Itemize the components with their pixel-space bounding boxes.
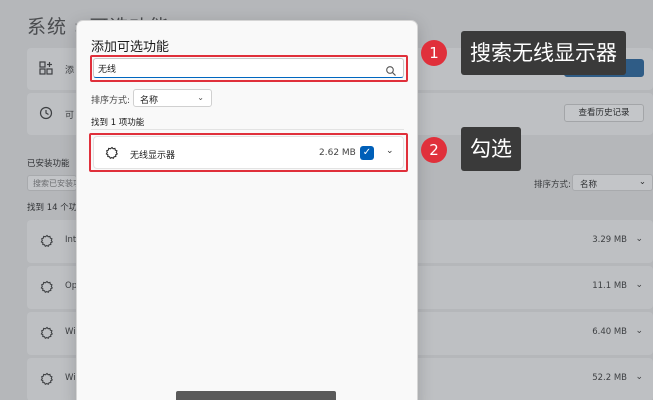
feature-size: 11.1 MB	[592, 281, 627, 291]
history-icon	[39, 106, 55, 122]
installed-heading: 已安装功能	[27, 159, 70, 169]
gear-icon	[39, 325, 55, 341]
installed-sort-select[interactable]: 名称 ⌄	[572, 174, 653, 191]
chevron-down-icon[interactable]: ⌄	[635, 326, 643, 336]
history-label: 可	[65, 111, 75, 121]
add-feature-label: 添	[65, 66, 75, 76]
installed-sort-label: 排序方式:	[534, 180, 571, 190]
add-feature-dialog: 添加可选功能 排序方式: 名称 ⌄ 找到 1 项功能 无线显示器 2.62 MB…	[76, 20, 418, 400]
view-history-button[interactable]: 查看历史记录	[564, 104, 644, 122]
chevron-down-icon[interactable]: ⌄	[635, 372, 643, 382]
feature-size: 3.29 MB	[592, 235, 627, 245]
search-highlight-box	[90, 55, 408, 82]
gear-icon	[39, 279, 55, 295]
callout-step-2: 勾选	[461, 127, 521, 171]
installed-sort-value: 名称	[580, 180, 598, 190]
chevron-down-icon[interactable]: ⌄	[635, 234, 643, 244]
row-highlight-box	[89, 133, 408, 172]
chevron-down-icon: ⌄	[638, 177, 646, 187]
feature-name: Wi	[65, 373, 76, 383]
gear-icon	[39, 233, 55, 249]
footer-button-bar[interactable]	[176, 391, 336, 400]
installed-search-input[interactable]: 搜索已安装功能	[27, 175, 77, 191]
gear-icon	[39, 371, 55, 387]
feature-name: Int	[65, 235, 77, 245]
feature-size: 52.2 MB	[592, 373, 627, 383]
callout-step-1: 搜索无线显示器	[461, 31, 626, 75]
feature-name: Wi	[65, 327, 76, 337]
divider	[91, 129, 404, 130]
chevron-down-icon[interactable]: ⌄	[635, 280, 643, 290]
feature-size: 6.40 MB	[592, 327, 627, 337]
result-count: 找到 1 项功能	[91, 118, 145, 128]
sort-value: 名称	[140, 96, 159, 106]
sort-select[interactable]: 名称 ⌄	[133, 89, 212, 107]
sort-label: 排序方式:	[91, 96, 131, 106]
step-badge-1: 1	[421, 40, 447, 66]
step-badge-2: 2	[421, 137, 447, 163]
dialog-title: 添加可选功能	[91, 40, 170, 55]
chevron-down-icon: ⌄	[197, 93, 204, 102]
grid-plus-icon	[39, 61, 55, 77]
